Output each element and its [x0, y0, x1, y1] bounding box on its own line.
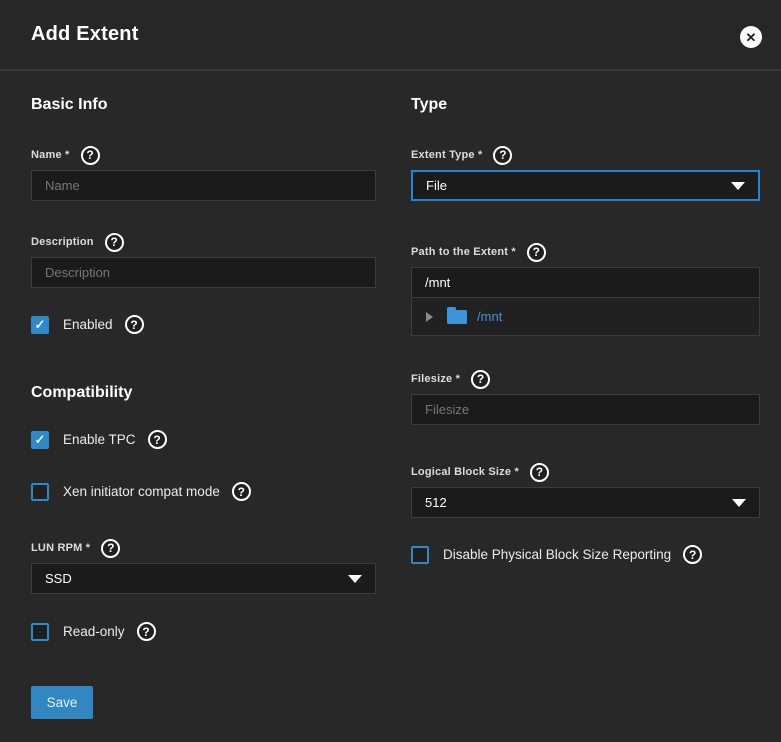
disable-pbs-checkbox-row[interactable]: ✓ Disable Physical Block Size Reporting …	[411, 545, 760, 564]
help-icon[interactable]: ?	[81, 146, 100, 165]
help-icon[interactable]: ?	[232, 482, 251, 501]
xen-compat-checkbox-row[interactable]: ✓ Xen initiator compat mode ?	[31, 482, 376, 501]
enable-tpc-checkbox[interactable]: ✓	[31, 431, 49, 449]
read-only-label: Read-only	[63, 624, 125, 639]
logical-block-size-field: Logical Block Size * ? 512	[411, 461, 760, 518]
chevron-down-icon	[731, 182, 745, 190]
dialog-body: Basic Info Name * ? Description ? ✓ Enab…	[0, 71, 781, 719]
disable-pbs-checkbox[interactable]: ✓	[411, 546, 429, 564]
tree-item-label[interactable]: /mnt	[477, 309, 502, 324]
filesize-field: Filesize * ?	[411, 368, 760, 425]
enabled-checkbox-row[interactable]: ✓ Enabled ?	[31, 315, 376, 334]
path-field-label: Path to the Extent *	[411, 246, 516, 258]
help-icon[interactable]: ?	[527, 243, 546, 262]
help-icon[interactable]: ?	[530, 463, 549, 482]
close-button[interactable]: ✕	[740, 26, 762, 48]
description-input[interactable]	[31, 257, 376, 288]
help-icon[interactable]: ?	[493, 146, 512, 165]
right-column: Type Extent Type * ? File Path to the Ex…	[411, 71, 760, 719]
logical-block-size-field-label: Logical Block Size *	[411, 466, 519, 478]
description-field-label: Description	[31, 236, 94, 248]
name-field: Name * ?	[31, 144, 376, 201]
path-input[interactable]	[411, 267, 760, 298]
left-column: Basic Info Name * ? Description ? ✓ Enab…	[31, 71, 376, 719]
chevron-down-icon	[348, 575, 362, 583]
logical-block-size-selected-value: 512	[425, 495, 447, 510]
description-field: Description ?	[31, 231, 376, 288]
help-icon[interactable]: ?	[148, 430, 167, 449]
check-icon: ✓	[35, 433, 46, 446]
help-icon[interactable]: ?	[683, 545, 702, 564]
save-button[interactable]: Save	[31, 686, 93, 719]
filesize-input[interactable]	[411, 394, 760, 425]
xen-compat-label: Xen initiator compat mode	[63, 484, 220, 499]
xen-compat-checkbox[interactable]: ✓	[31, 483, 49, 501]
close-icon: ✕	[746, 31, 757, 44]
read-only-checkbox[interactable]: ✓	[31, 623, 49, 641]
enable-tpc-label: Enable TPC	[63, 432, 136, 447]
folder-icon	[447, 310, 467, 324]
lun-rpm-selected-value: SSD	[45, 571, 72, 586]
help-icon[interactable]: ?	[105, 233, 124, 252]
tree-item-mnt[interactable]: /mnt	[412, 298, 759, 335]
read-only-checkbox-row[interactable]: ✓ Read-only ?	[31, 622, 376, 641]
extent-type-field: Extent Type * ? File	[411, 144, 760, 201]
lun-rpm-field-label: LUN RPM *	[31, 542, 90, 554]
logical-block-size-select[interactable]: 512	[411, 487, 760, 518]
help-icon[interactable]: ?	[101, 539, 120, 558]
enable-tpc-checkbox-row[interactable]: ✓ Enable TPC ?	[31, 430, 376, 449]
chevron-down-icon	[732, 499, 746, 507]
extent-type-select[interactable]: File	[411, 170, 760, 201]
name-input[interactable]	[31, 170, 376, 201]
tree-expand-icon[interactable]	[426, 312, 433, 322]
lun-rpm-field: LUN RPM * ? SSD	[31, 537, 376, 594]
enabled-label: Enabled	[63, 317, 113, 332]
section-heading-basic-info: Basic Info	[31, 96, 376, 114]
check-icon: ✓	[35, 318, 46, 331]
help-icon[interactable]: ?	[125, 315, 144, 334]
path-tree: /mnt	[411, 298, 760, 336]
extent-type-field-label: Extent Type *	[411, 149, 482, 161]
disable-pbs-label: Disable Physical Block Size Reporting	[443, 547, 671, 562]
help-icon[interactable]: ?	[471, 370, 490, 389]
section-heading-type: Type	[411, 96, 760, 114]
enabled-checkbox[interactable]: ✓	[31, 316, 49, 334]
filesize-field-label: Filesize *	[411, 373, 460, 385]
section-heading-compatibility: Compatibility	[31, 384, 376, 402]
page-title: Add Extent	[31, 23, 139, 46]
name-field-label: Name *	[31, 149, 70, 161]
dialog-header: Add Extent ✕	[0, 0, 781, 71]
help-icon[interactable]: ?	[137, 622, 156, 641]
path-field: Path to the Extent * ? /mnt	[411, 241, 760, 336]
extent-type-selected-value: File	[426, 178, 447, 193]
lun-rpm-select[interactable]: SSD	[31, 563, 376, 594]
